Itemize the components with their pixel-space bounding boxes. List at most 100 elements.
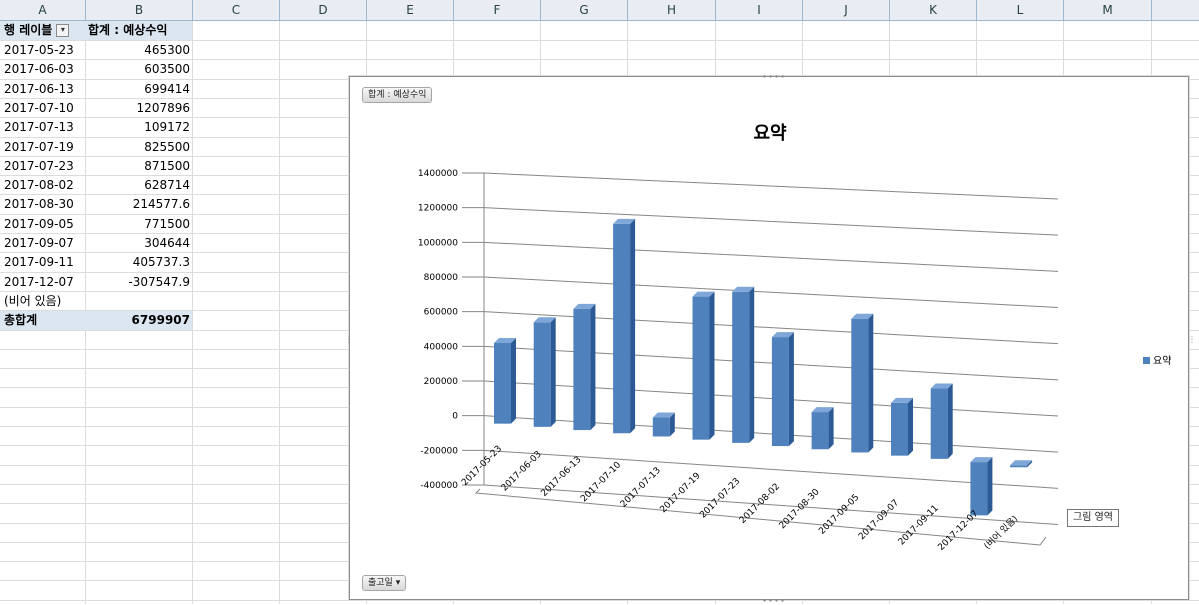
- row-label-header-text: 행 레이블: [4, 23, 53, 37]
- bar-side-2017-08-02[interactable]: [788, 332, 794, 447]
- bar-front-(비어 있음)[interactable]: [1010, 465, 1028, 468]
- pivot-row-label[interactable]: 2017-07-10: [4, 99, 84, 118]
- value-field-button[interactable]: 합계 : 예상수익: [362, 87, 433, 103]
- pivot-row-value[interactable]: 405737.3: [86, 253, 192, 272]
- bar-front-2017-07-13[interactable]: [652, 417, 670, 437]
- pivot-row-value[interactable]: 465300: [86, 41, 192, 60]
- bar-front-2017-07-10[interactable]: [613, 223, 631, 434]
- chart-resize-handle-right[interactable]: ⋮: [1188, 335, 1197, 344]
- bar-side-2017-07-23[interactable]: [749, 286, 755, 443]
- bar-side-2017-09-07[interactable]: [908, 397, 913, 456]
- column-header-e[interactable]: E: [367, 0, 454, 20]
- pivot-row-value[interactable]: 871500: [86, 157, 192, 176]
- pivot-row-value[interactable]: -307547.9: [86, 273, 192, 292]
- bar-front-2017-09-05[interactable]: [851, 318, 869, 453]
- x-tick-label: 2017-09-11: [897, 503, 941, 547]
- pivot-row-label[interactable]: 2017-07-13: [4, 118, 84, 137]
- pivot-row-value[interactable]: [86, 292, 192, 311]
- pivot-row-value[interactable]: 825500: [86, 138, 192, 157]
- y-tick-label: 1200000: [418, 204, 458, 214]
- x-tick-label: (비어 있음): [981, 513, 1020, 552]
- bar-side-2017-09-05[interactable]: [868, 313, 874, 453]
- grid-col-line: [192, 21, 193, 604]
- pivot-row-label[interactable]: 2017-12-07: [4, 273, 84, 292]
- gridline: [483, 345, 1059, 381]
- pivot-row-value[interactable]: 304644: [86, 234, 192, 253]
- pivot-row-value[interactable]: 628714: [86, 176, 192, 195]
- bar-side-2017-12-07[interactable]: [987, 457, 993, 516]
- column-header-f[interactable]: F: [454, 0, 541, 20]
- pivot-row-value[interactable]: 109172: [86, 118, 192, 137]
- x-tick-label: 2017-09-05: [817, 493, 861, 537]
- column-header-bar: ABCDEFGHIJKLM: [0, 0, 1199, 21]
- chart-plot-svg[interactable]: 1400000 1200000 1000000 800000 600000 400000 2…: [350, 77, 1188, 599]
- bar-side-2017-07-10[interactable]: [630, 218, 636, 434]
- pivot-row-label[interactable]: 2017-08-02: [4, 176, 84, 195]
- chart-resize-handle-top[interactable]: ∙∙∙∙: [762, 72, 786, 81]
- pivot-total-label[interactable]: 총합계: [0, 311, 86, 330]
- chart-resize-handle-left[interactable]: ⋮: [345, 335, 354, 344]
- column-header-i[interactable]: I: [716, 0, 803, 20]
- pivot-row-label[interactable]: 2017-09-05: [4, 215, 84, 234]
- bar-side-2017-09-11[interactable]: [947, 383, 953, 459]
- bar-side-2017-07-19[interactable]: [709, 291, 715, 440]
- column-header-g[interactable]: G: [541, 0, 628, 20]
- pivot-row-label[interactable]: (비어 있음): [4, 292, 84, 311]
- x-tick-label: 2017-07-13: [619, 466, 663, 510]
- y-tick-label: 1000000: [418, 238, 458, 248]
- pivot-row-label[interactable]: 2017-08-30: [4, 195, 84, 214]
- bar-front-2017-09-07[interactable]: [891, 402, 908, 456]
- column-header-h[interactable]: H: [628, 0, 716, 20]
- pivot-total-value[interactable]: 6799907: [86, 311, 192, 330]
- bar-side-2017-05-23[interactable]: [511, 338, 516, 424]
- y-tick-label: -200000: [420, 446, 458, 456]
- pivot-row-label[interactable]: 2017-07-23: [4, 157, 84, 176]
- x-tick-label: 2017-12-07: [936, 509, 980, 553]
- plot-area-tooltip: 그림 영역: [1067, 509, 1119, 527]
- pivot-value-header[interactable]: 합계 : 예상수익: [86, 21, 192, 40]
- pivot-row-value[interactable]: 214577.6: [86, 195, 192, 214]
- bar-front-2017-08-02[interactable]: [771, 337, 789, 447]
- filter-dropdown-icon[interactable]: ▾: [56, 24, 70, 37]
- bar-side-2017-08-30[interactable]: [828, 407, 834, 450]
- bar-front-2017-07-23[interactable]: [732, 291, 750, 443]
- column-header-j[interactable]: J: [803, 0, 890, 20]
- bar-front-2017-08-30[interactable]: [811, 412, 829, 450]
- bar-front-2017-12-07[interactable]: [970, 462, 988, 516]
- pivot-chart[interactable]: 1400000 1200000 1000000 800000 600000 400000 2…: [349, 76, 1189, 600]
- pivot-row-label[interactable]: 2017-06-03: [4, 60, 84, 79]
- bar-front-2017-05-23[interactable]: [494, 343, 511, 424]
- x-tick-label: 2017-06-13: [539, 455, 583, 499]
- column-header-d[interactable]: D: [280, 0, 367, 20]
- pivot-row-value[interactable]: 771500: [86, 215, 192, 234]
- y-tick-label: 0: [452, 412, 458, 422]
- pivot-row-label[interactable]: 2017-09-11: [4, 253, 84, 272]
- pivot-row-value[interactable]: 1207896: [86, 99, 192, 118]
- column-header-c[interactable]: C: [193, 0, 280, 20]
- pivot-row-value[interactable]: 603500: [86, 60, 192, 79]
- bar-front-2017-07-19[interactable]: [692, 296, 710, 440]
- column-header-k[interactable]: K: [890, 0, 977, 20]
- gridline: [483, 380, 1059, 417]
- column-header-m[interactable]: M: [1064, 0, 1152, 20]
- bar-side-2017-06-03[interactable]: [550, 317, 556, 427]
- chart-title: 요약: [753, 122, 787, 144]
- column-header-l[interactable]: L: [977, 0, 1064, 20]
- pivot-row-label[interactable]: 2017-05-23: [4, 41, 84, 60]
- grid-col-line: [279, 21, 280, 604]
- column-header-b[interactable]: B: [86, 0, 193, 20]
- bar-side-2017-06-13[interactable]: [590, 303, 596, 431]
- axis-field-button[interactable]: 출고일 ▾: [362, 575, 407, 591]
- bar-front-2017-06-03[interactable]: [533, 322, 551, 427]
- pivot-row-value[interactable]: 699414: [86, 80, 192, 99]
- pivot-row-label[interactable]: 2017-09-07: [4, 234, 84, 253]
- pivot-row-label[interactable]: 2017-06-13: [4, 80, 84, 99]
- pivot-row-label[interactable]: 2017-07-19: [4, 138, 84, 157]
- bar-front-2017-06-13[interactable]: [573, 308, 591, 431]
- axis-field-label: 출고일: [368, 578, 393, 588]
- pivot-row-label-header[interactable]: 행 레이블 ▾: [0, 21, 86, 40]
- column-header-a[interactable]: A: [0, 0, 86, 20]
- bar-front-2017-09-11[interactable]: [930, 388, 948, 459]
- gridline: [483, 172, 1059, 200]
- gridline: [483, 207, 1059, 236]
